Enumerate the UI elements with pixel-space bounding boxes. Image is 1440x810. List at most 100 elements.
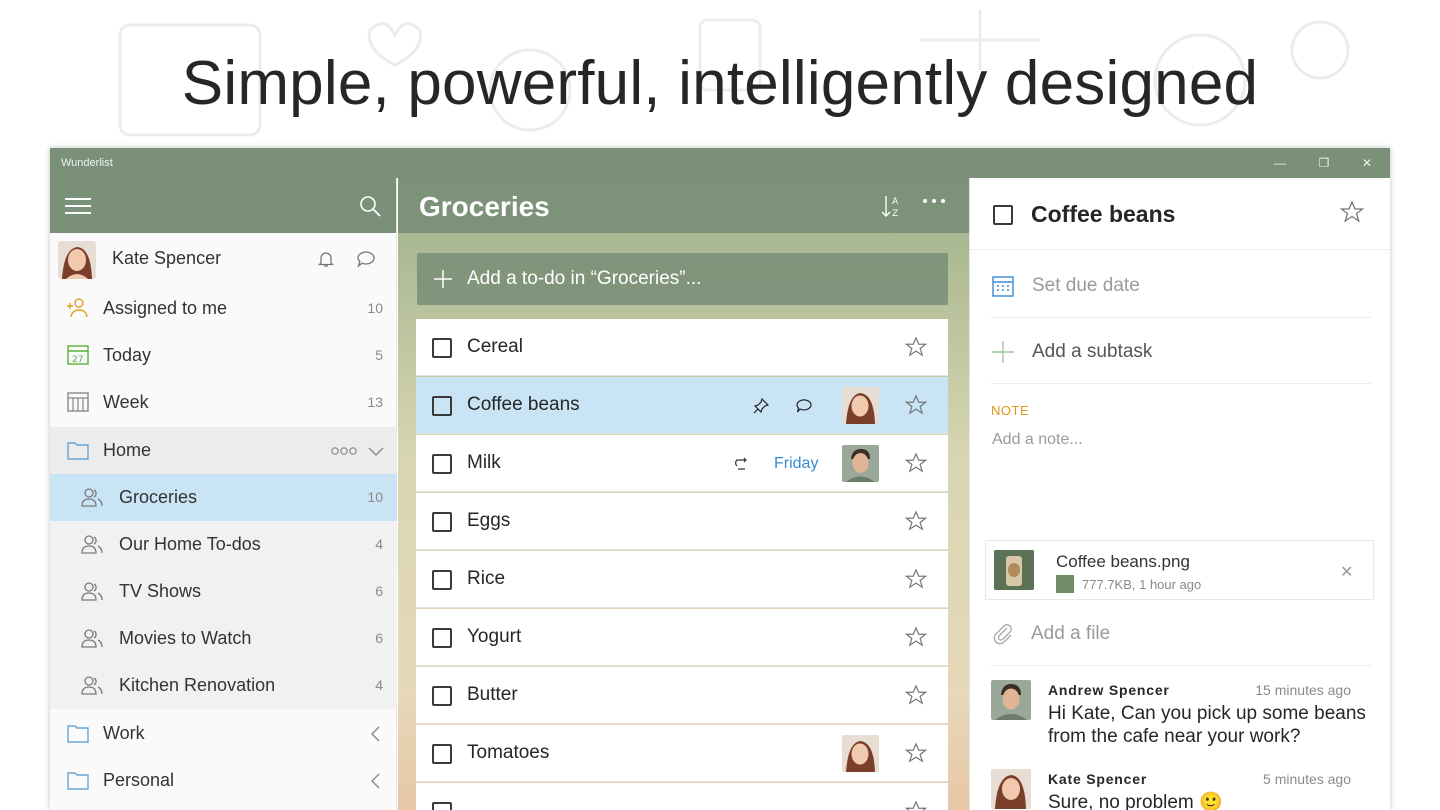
hamburger-menu-icon[interactable] [65, 198, 91, 216]
sidebar-item-movies-to-watch[interactable]: Movies to Watch 6 [50, 615, 397, 662]
task-checkbox[interactable] [432, 512, 452, 532]
restore-button[interactable]: ❐ [1304, 148, 1344, 178]
sidebar-item-count: 6 [375, 583, 383, 599]
assignee-avatar [842, 445, 879, 482]
task-row[interactable]: Cereal [416, 319, 948, 376]
task-checkbox[interactable] [432, 570, 452, 590]
note-input[interactable]: Add a note... [992, 431, 1083, 449]
file-attachment[interactable]: Coffee beans.png 777.7KB, 1 hour ago ✕ [985, 540, 1374, 600]
more-icon[interactable] [922, 196, 946, 206]
file-meta: 777.7KB, 1 hour ago [1082, 577, 1202, 592]
sidebar-item-tv-shows[interactable]: TV Shows 6 [50, 568, 397, 615]
due-date-row[interactable]: Set due date [991, 252, 1371, 318]
star-icon[interactable] [905, 510, 927, 532]
sidebar-item-count: 5 [375, 347, 383, 363]
svg-text:A: A [892, 197, 899, 207]
task-checkbox[interactable] [432, 628, 452, 648]
sidebar-item-label: Our Home To-dos [119, 534, 261, 554]
detail-title[interactable]: Coffee beans [1031, 201, 1175, 228]
star-icon[interactable] [905, 394, 927, 416]
sidebar-item-groceries[interactable]: Groceries 10 [50, 474, 397, 521]
comment-text: Sure, no problem 🙂 [1048, 792, 1223, 810]
sidebar-item-label: Week [103, 392, 149, 412]
add-todo-placeholder: Add a to-do in “Groceries”... [467, 268, 702, 289]
sidebar-item-today[interactable]: 27 Today 5 [50, 332, 397, 379]
assigned-icon [67, 298, 88, 318]
title-bar: Wunderlist — ❐ ✕ [50, 148, 1390, 178]
sidebar-folder-personal[interactable]: Personal [50, 757, 397, 804]
user-name: Kate Spencer [112, 248, 222, 268]
chevron-down-icon[interactable] [367, 442, 385, 460]
star-icon[interactable] [905, 336, 927, 358]
task-checkbox[interactable] [432, 686, 452, 706]
comment-icon [796, 399, 812, 413]
star-icon[interactable] [905, 684, 927, 706]
sidebar-folder-home[interactable]: Home [50, 427, 397, 474]
comment-author: Kate Spencer [1048, 771, 1148, 787]
task-title: Coffee beans [467, 394, 580, 415]
set-due-date-label: Set due date [1032, 275, 1140, 296]
plus-icon [992, 341, 1014, 363]
star-icon[interactable] [905, 568, 927, 590]
task-checkbox[interactable] [432, 338, 452, 358]
avatar [991, 769, 1031, 809]
task-row[interactable]: Rice [416, 551, 948, 608]
sidebar-item-count: 6 [375, 630, 383, 646]
sidebar-item-week[interactable]: Week 13 [50, 379, 397, 426]
add-todo-input[interactable]: Add a to-do in “Groceries”... [417, 253, 948, 305]
sort-icon[interactable]: A Z [881, 194, 903, 218]
task-row-selected[interactable]: Coffee beans [416, 377, 948, 434]
more-options-icon[interactable] [331, 446, 357, 456]
task-list-panel: Groceries A Z Add a to-do in “Groceries”… [398, 178, 969, 810]
sidebar-folder-work[interactable]: Work [50, 710, 397, 757]
add-subtask-row[interactable]: Add a subtask [991, 318, 1371, 384]
chat-icon[interactable] [356, 249, 376, 269]
bell-icon[interactable] [316, 249, 336, 269]
add-file-row[interactable]: Add a file [991, 610, 1371, 666]
sidebar-item-assigned[interactable]: Assigned to me 10 [50, 285, 397, 332]
star-icon[interactable] [905, 452, 927, 474]
app-window: Wunderlist — ❐ ✕ Kate Spencer Assigned t… [50, 148, 1390, 810]
task-checkbox[interactable] [432, 744, 452, 764]
uploader-avatar [1056, 575, 1074, 593]
detail-checkbox[interactable] [993, 205, 1013, 225]
remove-file-icon[interactable]: ✕ [1340, 562, 1353, 582]
sidebar-item-count: 4 [375, 536, 383, 552]
assignee-avatar [842, 387, 879, 424]
task-row[interactable]: Butter [416, 667, 948, 724]
calendar-week-icon [67, 392, 89, 412]
close-button[interactable]: ✕ [1347, 148, 1387, 178]
file-name: Coffee beans.png [1056, 552, 1190, 571]
sidebar-item-kitchen-renovation[interactable]: Kitchen Renovation 4 [50, 662, 397, 709]
search-icon[interactable] [358, 194, 382, 218]
task-checkbox[interactable] [432, 802, 452, 810]
sidebar-item-our-home-todos[interactable]: Our Home To-dos 4 [50, 521, 397, 568]
chevron-left-icon[interactable] [367, 772, 385, 790]
star-icon[interactable] [905, 742, 927, 764]
chevron-left-icon[interactable] [367, 725, 385, 743]
star-icon[interactable] [905, 800, 927, 810]
paperclip-icon [993, 624, 1012, 645]
task-checkbox[interactable] [432, 396, 452, 416]
task-checkbox[interactable] [432, 454, 452, 474]
shared-list-icon [81, 535, 103, 554]
star-icon[interactable] [905, 626, 927, 648]
calendar-today-icon: 27 [67, 345, 89, 365]
shared-list-icon [81, 629, 103, 648]
sidebar-item-label: Movies to Watch [119, 628, 252, 648]
user-row[interactable]: Kate Spencer [50, 233, 397, 285]
minimize-button[interactable]: — [1260, 148, 1300, 178]
comment-time: 15 minutes ago [1255, 682, 1351, 698]
comment-time: 5 minutes ago [1263, 771, 1351, 787]
avatar [991, 680, 1031, 720]
task-row[interactable]: Tomatoes [416, 725, 948, 782]
task-row[interactable]: Eggs [416, 493, 948, 550]
calendar-icon [992, 276, 1014, 297]
note-label: NOTE [991, 403, 1030, 418]
task-row[interactable]: Milk Friday [416, 435, 948, 492]
star-icon[interactable] [1340, 200, 1364, 224]
task-row[interactable]: Yogurt [416, 609, 948, 666]
task-row-partial[interactable] [416, 783, 948, 810]
folder-icon [67, 442, 89, 460]
task-title: Rice [467, 568, 506, 589]
